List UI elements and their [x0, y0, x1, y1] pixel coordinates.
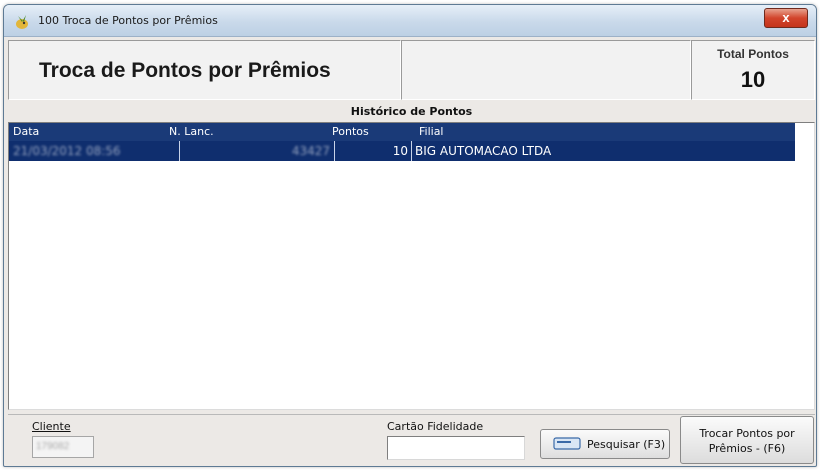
- app-icon: [16, 15, 28, 29]
- window-title: 100 Troca de Pontos por Prêmios: [38, 14, 218, 27]
- title-bar[interactable]: 100 Troca de Pontos por Prêmios x: [4, 5, 816, 37]
- cell-pontos: 10: [335, 141, 412, 161]
- page-title: Troca de Pontos por Prêmios: [39, 59, 331, 82]
- pesquisar-button[interactable]: Pesquisar (F3): [540, 429, 670, 459]
- header-title-panel: Troca de Pontos por Prêmios: [8, 40, 401, 100]
- column-header-filial[interactable]: Filial: [419, 123, 444, 141]
- grid-caption: Histórico de Pontos: [350, 105, 473, 118]
- card-reader-icon: [553, 437, 581, 450]
- total-points-label: Total Pontos: [717, 47, 789, 61]
- trocar-pontos-button[interactable]: Trocar Pontos por Prêmios - (F6): [680, 416, 814, 464]
- points-history-grid[interactable]: Data N. Lanc. Pontos Filial 21/03/2012 0…: [8, 122, 815, 410]
- cliente-label: Cliente: [32, 420, 71, 433]
- column-header-pontos[interactable]: Pontos: [332, 123, 369, 141]
- cell-n-lanc: 43427: [180, 141, 335, 161]
- cliente-field: 179082: [32, 436, 94, 458]
- cartao-fidelidade-field[interactable]: [387, 436, 525, 460]
- cell-data: 21/03/2012 08:56: [9, 141, 180, 161]
- grid-header: Data N. Lanc. Pontos Filial: [9, 123, 795, 141]
- table-row[interactable]: 21/03/2012 08:56 43427 10 BIG AUTOMACAO …: [9, 141, 795, 161]
- cartao-fidelidade-label: Cartão Fidelidade: [387, 420, 484, 433]
- cell-filial: BIG AUTOMACAO LTDA: [415, 144, 552, 158]
- close-icon: x: [782, 10, 790, 25]
- column-header-n-lanc[interactable]: N. Lanc.: [169, 123, 214, 141]
- column-header-data[interactable]: Data: [13, 123, 39, 141]
- trocar-label-line1: Trocar Pontos por: [699, 427, 795, 440]
- total-points-panel: Total Pontos 10: [691, 40, 815, 100]
- total-points-value: 10: [740, 67, 766, 92]
- footer-divider: [8, 414, 815, 415]
- pesquisar-label: Pesquisar (F3): [587, 438, 666, 451]
- trocar-label-line2: Prêmios - (F6): [708, 442, 786, 455]
- header-spacer-panel: [401, 40, 691, 100]
- close-button[interactable]: x: [764, 8, 808, 28]
- main-window: 100 Troca de Pontos por Prêmios x Troca …: [3, 4, 817, 467]
